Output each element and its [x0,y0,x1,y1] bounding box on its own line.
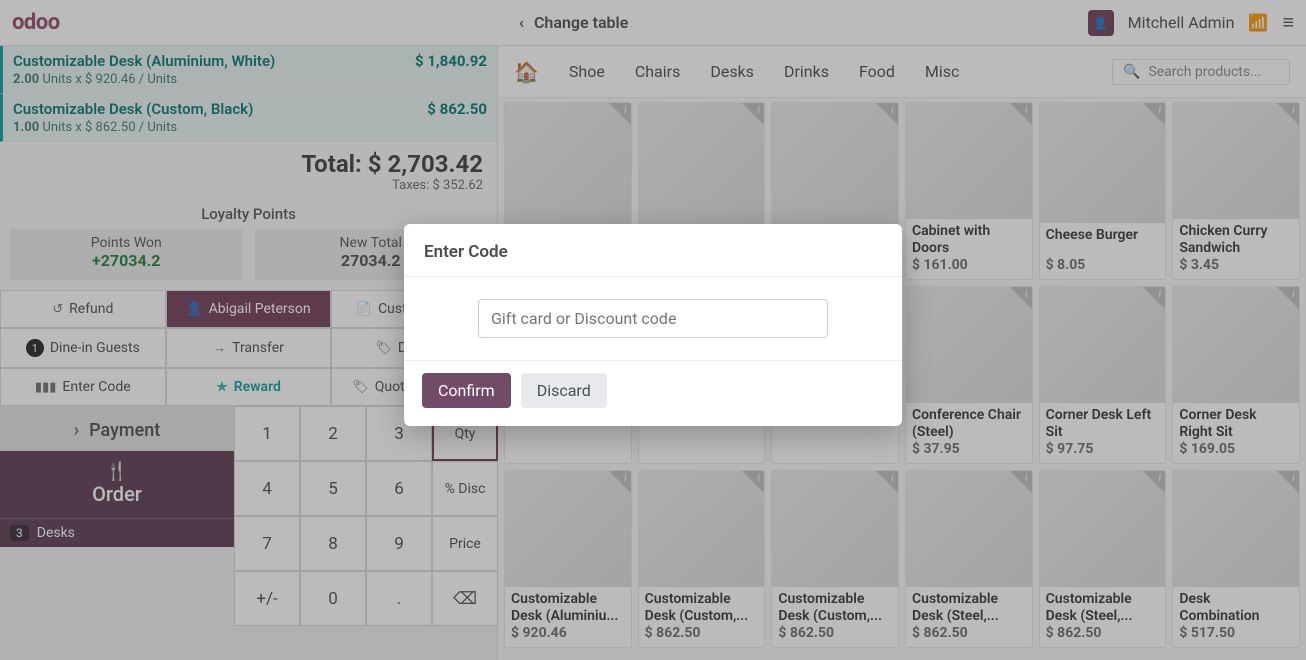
enter-code-modal: Enter Code Confirm Discard [404,224,902,426]
modal-title: Enter Code [404,224,902,277]
discard-button[interactable]: Discard [521,373,607,408]
code-input[interactable] [478,299,828,338]
confirm-button[interactable]: Confirm [422,373,511,408]
